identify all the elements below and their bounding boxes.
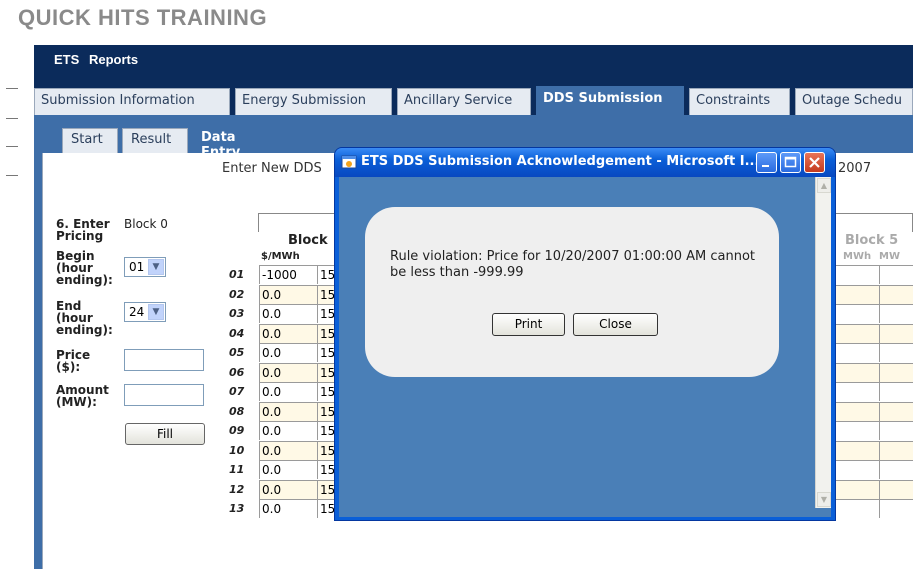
price-cell[interactable]: 0.0 xyxy=(259,382,317,401)
price-cell[interactable]: 0.0 xyxy=(259,304,317,323)
row-hour-label: 02 xyxy=(229,287,245,301)
fill-button[interactable]: Fill xyxy=(125,423,205,445)
minimize-icon xyxy=(762,165,769,167)
chevron-down-icon: ▼ xyxy=(148,259,164,275)
nav-ets[interactable]: ETS xyxy=(54,52,79,67)
block-value: Block 0 xyxy=(124,217,168,231)
minimize-button[interactable] xyxy=(756,152,777,173)
subtab-start[interactable]: Start xyxy=(62,128,118,153)
subtab-result[interactable]: Result xyxy=(122,128,188,153)
unit-mw-header: MW xyxy=(879,251,900,262)
price-cell[interactable]: 0.0 xyxy=(259,460,317,479)
tab-dds-submission[interactable]: DDS Submission xyxy=(536,86,684,115)
row-hour-label: 06 xyxy=(229,365,245,379)
empty-cell[interactable] xyxy=(879,343,913,362)
empty-cell[interactable] xyxy=(879,323,913,343)
unit-price-header: $/MWh xyxy=(261,251,300,262)
nav-reports[interactable]: Reports xyxy=(89,52,138,67)
row-hour-label: 05 xyxy=(229,346,245,359)
ie-icon xyxy=(341,155,357,169)
tab-submission-information[interactable]: Submission Information xyxy=(34,88,230,115)
empty-cell[interactable] xyxy=(879,382,913,401)
begin-hour-select[interactable]: 01 ▼ xyxy=(124,257,166,277)
row-hour-label: 04 xyxy=(229,326,245,340)
row-hour-label: 01 xyxy=(229,268,245,281)
empty-cell[interactable] xyxy=(879,401,913,421)
end-hour-value: 24 xyxy=(129,305,145,319)
begin-label: Begin (hour ending): xyxy=(56,249,113,287)
amount-input[interactable] xyxy=(124,384,204,406)
end-hour-select[interactable]: 24 ▼ xyxy=(124,302,166,322)
price-label: Price ($): xyxy=(56,348,91,374)
row-hour-label: 12 xyxy=(229,482,245,496)
row-hour-label: 11 xyxy=(229,463,245,476)
block-header: Block xyxy=(288,233,328,248)
empty-cell[interactable] xyxy=(879,499,913,518)
section-label: 6. Enter Pricing xyxy=(56,217,110,243)
block5-header: Block 5 xyxy=(845,233,899,248)
scroll-up-icon[interactable]: ▲ xyxy=(817,178,831,193)
maximize-icon xyxy=(784,156,797,168)
side-divider xyxy=(6,118,18,119)
empty-cell[interactable] xyxy=(879,440,913,460)
tab-ancillary-service[interactable]: Ancillary Service xyxy=(397,88,531,115)
price-cell[interactable]: 0.0 xyxy=(259,440,317,460)
row-hour-label: 08 xyxy=(229,404,245,418)
price-cell[interactable]: -1000 xyxy=(259,265,317,284)
scroll-down-icon[interactable]: ▼ xyxy=(817,492,831,507)
price-cell[interactable]: 0.0 xyxy=(259,401,317,421)
row-hour-label: 13 xyxy=(229,502,245,515)
tab-outage-schedule[interactable]: Outage Schedu xyxy=(795,88,913,115)
side-divider xyxy=(6,146,18,147)
price-cell[interactable]: 0.0 xyxy=(259,479,317,499)
dialog-titlebar[interactable]: ETS DDS Submission Acknowledgement - Mic… xyxy=(335,148,835,177)
empty-cell[interactable] xyxy=(879,362,913,382)
row-hour-label: 10 xyxy=(229,443,245,457)
price-cell[interactable]: 0.0 xyxy=(259,421,317,440)
unit-mwh-header: MWh xyxy=(843,251,872,262)
message-panel xyxy=(365,207,779,377)
side-divider xyxy=(6,175,18,176)
subtab-data-entry[interactable]: Data Entry xyxy=(192,126,288,160)
empty-cell[interactable] xyxy=(879,265,913,284)
row-hour-label: 03 xyxy=(229,307,245,320)
begin-hour-value: 01 xyxy=(129,260,145,274)
side-divider xyxy=(6,88,18,89)
empty-cell[interactable] xyxy=(879,460,913,479)
empty-cell[interactable] xyxy=(879,284,913,304)
price-cell[interactable]: 0.0 xyxy=(259,343,317,362)
price-cell[interactable]: 0.0 xyxy=(259,284,317,304)
close-button[interactable]: Close xyxy=(573,313,658,336)
price-input[interactable] xyxy=(124,349,204,371)
print-button[interactable]: Print xyxy=(492,313,565,336)
maximize-button[interactable] xyxy=(780,152,801,173)
price-cell[interactable]: 0.0 xyxy=(259,499,317,518)
dialog-scrollbar[interactable]: ▲ ▼ xyxy=(815,177,831,508)
amount-label: Amount (MW): xyxy=(56,383,109,409)
chevron-down-icon: ▼ xyxy=(148,304,164,320)
enter-new-dds-text: Enter New DDS xyxy=(222,161,322,176)
dialog-title: ETS DDS Submission Acknowledgement - Mic… xyxy=(361,154,760,169)
top-navbar: ETS Reports xyxy=(34,45,913,73)
end-label: End (hour ending): xyxy=(56,299,113,337)
empty-cell[interactable] xyxy=(879,479,913,499)
empty-cell[interactable] xyxy=(879,304,913,323)
date-fragment: 2007 xyxy=(838,161,872,176)
row-hour-label: 09 xyxy=(229,424,245,437)
tab-energy-submission[interactable]: Energy Submission xyxy=(235,88,392,115)
price-cell[interactable]: 0.0 xyxy=(259,362,317,382)
rule-violation-message: Rule violation: Price for 10/20/2007 01:… xyxy=(390,249,755,280)
tab-constraints[interactable]: Constraints xyxy=(689,88,790,115)
close-window-button[interactable] xyxy=(804,152,825,173)
price-cell[interactable]: 0.0 xyxy=(259,323,317,343)
app-title: QUICK HITS TRAINING xyxy=(18,5,268,30)
row-hour-label: 07 xyxy=(229,385,245,398)
empty-cell[interactable] xyxy=(879,421,913,440)
close-icon xyxy=(809,157,820,168)
